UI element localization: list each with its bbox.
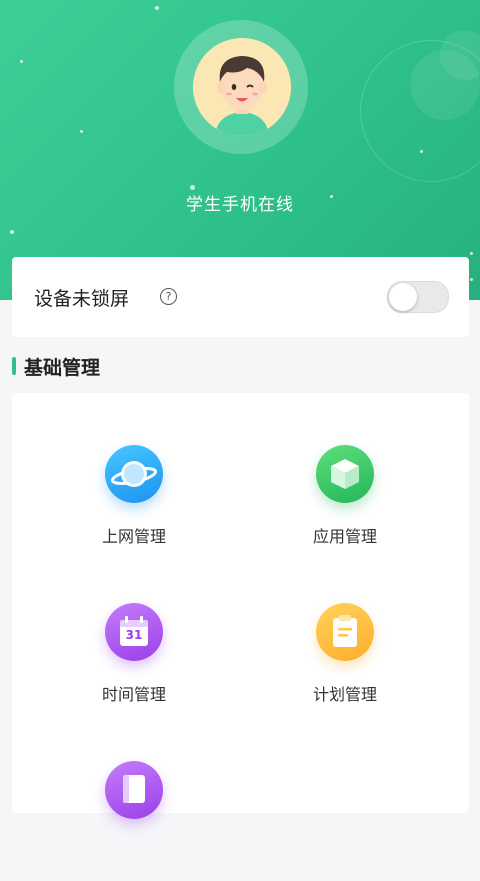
grid-label: 上网管理: [101, 527, 166, 546]
toggle-knob: [389, 283, 417, 311]
grid-item-internet[interactable]: 上网管理: [59, 445, 209, 565]
decor-dot: [10, 230, 14, 234]
decor-dot: [420, 150, 423, 153]
decor-dot: [155, 6, 159, 10]
avatar[interactable]: [193, 38, 291, 136]
grid-label: 计划管理: [312, 685, 377, 704]
clipboard-icon: [316, 603, 374, 661]
planet-icon: [105, 445, 163, 503]
grid-label: 应用管理: [312, 527, 377, 546]
grid-item-more[interactable]: [59, 761, 209, 881]
calendar-day-text: 31: [125, 628, 143, 642]
grid-item-apps[interactable]: 应用管理: [270, 445, 420, 565]
calendar-icon: 31: [105, 603, 163, 661]
cube-icon: [316, 445, 374, 503]
decor-dot: [470, 278, 473, 281]
lock-status-label: 设备未锁屏: [34, 288, 130, 310]
decor-ring: [360, 40, 480, 182]
help-icon[interactable]: ?: [160, 288, 177, 305]
lock-toggle[interactable]: [387, 281, 449, 313]
boy-avatar-icon: [193, 38, 291, 136]
section-title: 基础管理: [24, 357, 101, 379]
decor-dot: [470, 252, 473, 255]
book-icon: [105, 761, 163, 819]
decor-dot: [80, 130, 83, 133]
grid-label: 时间管理: [101, 685, 166, 704]
profile-header: 学生手机在线: [0, 0, 480, 300]
grid-item-time[interactable]: 31 时间管理: [59, 603, 209, 723]
management-grid: 上网管理 应用管理 31 时间管理 计划管理: [12, 393, 469, 819]
lock-status-card: 设备未锁屏 ?: [12, 257, 469, 337]
section-accent-bar: [12, 357, 16, 375]
decor-dot: [20, 60, 23, 63]
device-status-text: 学生手机在线: [186, 195, 294, 215]
grid-item-plan[interactable]: 计划管理: [270, 603, 420, 723]
